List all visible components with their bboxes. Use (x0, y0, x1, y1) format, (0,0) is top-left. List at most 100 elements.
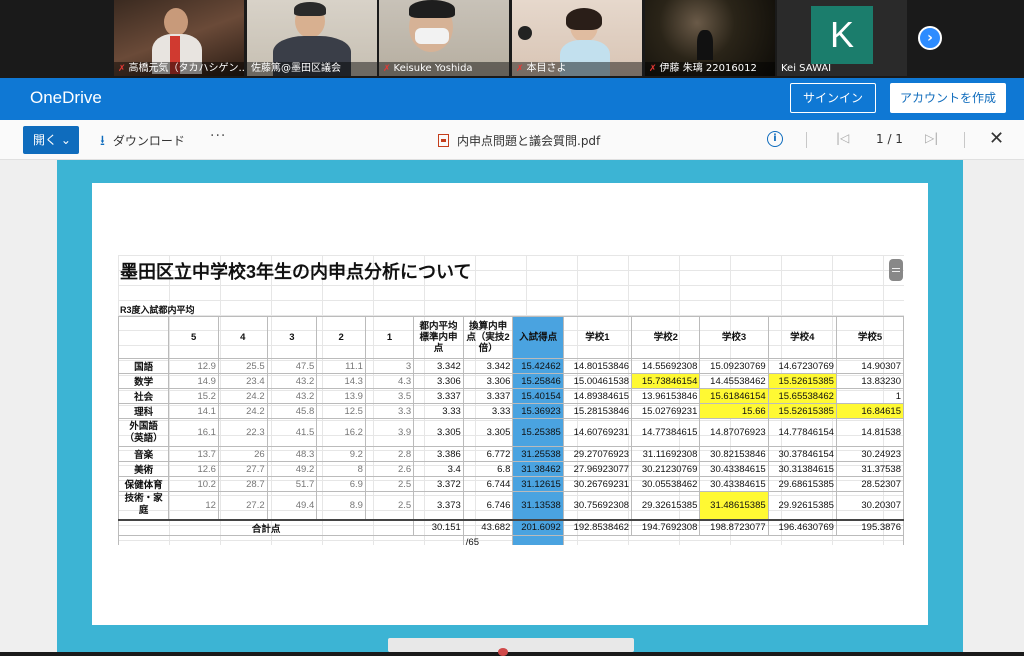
table-cell: 30.37846154 (767, 446, 837, 462)
column-header: 学校4 (767, 316, 837, 359)
table-cell: 13.9 (316, 388, 366, 404)
score-cell: 15.25846 (512, 373, 564, 389)
mic-muted-icon: ✗ (383, 64, 391, 74)
table-cell: 24.2 (217, 403, 268, 419)
participant-tile[interactable]: ✗ 伊藤 朱璃 22016012 (645, 0, 775, 76)
record-indicator-icon (498, 648, 508, 656)
participant-tile[interactable]: ✗ Keisuke Yoshida (379, 0, 509, 76)
table-cell: 14.77384615 (631, 418, 701, 447)
table-cell: 30.26769231 (562, 476, 633, 492)
column-header: 入試得点 (512, 316, 564, 359)
highlighted-cell: 15.66 (699, 403, 769, 419)
participant-name: 伊藤 朱璃 22016012 (659, 63, 757, 74)
table-cell: 13.7 (168, 446, 219, 462)
table-cell: 41.5 (266, 418, 318, 447)
subject-cell: 数学 (118, 373, 170, 389)
table-cell: 10.2 (168, 476, 219, 492)
open-button[interactable]: 開く ⌄ (23, 126, 79, 154)
spreadsheet: 墨田区立中学校3年生の内申点分析について R3度入試都内平均 5 4 3 2 1… (118, 255, 904, 545)
table-cell: 49.2 (266, 461, 318, 477)
table-cell: 196.4630769 (767, 519, 837, 536)
table-cell: 23.4 (217, 373, 268, 389)
column-header: 3 (266, 316, 318, 359)
first-page-icon[interactable]: |◁ (836, 131, 849, 145)
table-cell: 14.60769231 (562, 418, 633, 447)
more-options-button[interactable]: ··· (210, 128, 226, 144)
download-button[interactable]: ⭳ ダウンロード (100, 130, 185, 154)
column-header: 学校3 (699, 316, 769, 359)
table-row: 数学 14.9 23.4 43.2 14.3 4.3 3.306 3.306 1… (118, 373, 904, 389)
table-cell: 15.28153846 (562, 403, 633, 419)
score-cell: 31.13538 (512, 491, 564, 521)
participant-tile[interactable]: ✗ 高橋元気（タカハシゲン... (114, 0, 244, 76)
column-header: 換算内申点（実技2倍） (462, 316, 514, 359)
table-cell: 13.96153846 (631, 388, 701, 404)
table-cell: 2.8 (364, 446, 415, 462)
participant-name: 佐藤篤@墨田区議会 (251, 63, 341, 74)
table-row: /65 (118, 534, 904, 545)
avatar: K (811, 6, 873, 64)
table-cell: 27.96923077 (562, 461, 633, 477)
table-cell: 3 (364, 358, 415, 374)
menu-shape-icon (889, 259, 903, 281)
subject-cell: 社会 (118, 388, 170, 404)
table-cell: 8 (316, 461, 366, 477)
score-cell: 15.36923 (512, 403, 564, 419)
table-cell: 27.2 (217, 491, 268, 521)
signin-button[interactable]: サインイン (790, 83, 876, 113)
participant-tile[interactable]: 佐藤篤@墨田区議会 (247, 0, 377, 76)
table-cell: 1 (835, 388, 904, 404)
table-cell: 2.5 (364, 491, 415, 521)
table-cell: 14.1 (168, 403, 219, 419)
viewer-toolbar: 開く ⌄ ⭳ ダウンロード ··· 内申点問題と議会質問.pdf i |◁ 1 /… (0, 120, 1024, 160)
table-cell: 12.5 (316, 403, 366, 419)
table-cell: 13.83230 (835, 373, 904, 389)
table-cell: 2.6 (364, 461, 415, 477)
column-header: 学校2 (631, 316, 701, 359)
table-row: 美術 12.6 27.7 49.2 8 2.6 3.4 6.8 31.38462… (118, 461, 904, 477)
table-cell: 3.372 (413, 476, 464, 492)
table-cell: 14.55692308 (631, 358, 701, 374)
table-cell: 28.7 (217, 476, 268, 492)
table-cell: 27.7 (217, 461, 268, 477)
column-header (118, 316, 170, 359)
score-cell: 15.42462 (512, 358, 564, 374)
video-strip: ✗ 高橋元気（タカハシゲン... 佐藤篤@墨田区議会 ✗ Keisuke Yoshi… (0, 0, 1024, 78)
table-cell: 2.5 (364, 476, 415, 492)
table-cell: 3.305 (413, 418, 464, 447)
table-cell: 29.27076923 (562, 446, 633, 462)
sheet-subtitle: R3度入試都内平均 (120, 305, 195, 315)
participant-tile[interactable]: K Kei SAWAI (777, 0, 907, 76)
mic-muted-icon: ✗ (118, 64, 126, 74)
highlighted-cell: 15.61846154 (699, 388, 769, 404)
table-cell: 45.8 (266, 403, 318, 419)
last-page-icon[interactable]: ▷| (925, 131, 938, 145)
table-cell: 3.337 (462, 388, 514, 404)
onedrive-logo[interactable]: OneDrive (30, 88, 102, 108)
participant-tile[interactable]: ✗ 本目さよ (512, 0, 642, 76)
onedrive-header: OneDrive サインイン アカウントを作成 (0, 78, 1024, 120)
score-cell: 31.25538 (512, 446, 564, 462)
table-row: 社会 15.2 24.2 43.2 13.9 3.5 3.337 3.337 1… (118, 388, 904, 404)
mic-muted-icon: ✗ (649, 64, 657, 74)
table-cell: 16.2 (316, 418, 366, 447)
header-row: 5 4 3 2 1 都内平均標準内申点 換算内申点（実技2倍） 入試得点 学校1… (118, 316, 904, 359)
table-cell: 30.43384615 (699, 476, 769, 492)
table-cell: 31.37538 (835, 461, 904, 477)
table-cell: 3.342 (462, 358, 514, 374)
info-icon[interactable]: i (767, 131, 783, 147)
highlighted-cell: 16.84615 (835, 403, 904, 419)
column-header: 5 (168, 316, 219, 359)
download-icon: ⭳ (100, 133, 105, 149)
highlighted-cell: 15.65538462 (767, 388, 837, 404)
data-table: 5 4 3 2 1 都内平均標準内申点 換算内申点（実技2倍） 入試得点 学校1… (118, 316, 904, 545)
table-row: 理科 14.1 24.2 45.8 12.5 3.3 3.33 3.33 15.… (118, 403, 904, 419)
table-cell: 15.00461538 (562, 373, 633, 389)
create-account-button[interactable]: アカウントを作成 (890, 83, 1006, 113)
table-cell: 30.20307 (835, 491, 904, 521)
next-page-icon[interactable]: › (918, 26, 942, 50)
table-cell: 14.90307 (835, 358, 904, 374)
table-cell: 3.386 (413, 446, 464, 462)
table-cell: 29.68615385 (767, 476, 837, 492)
close-icon[interactable]: ✕ (989, 128, 1004, 149)
